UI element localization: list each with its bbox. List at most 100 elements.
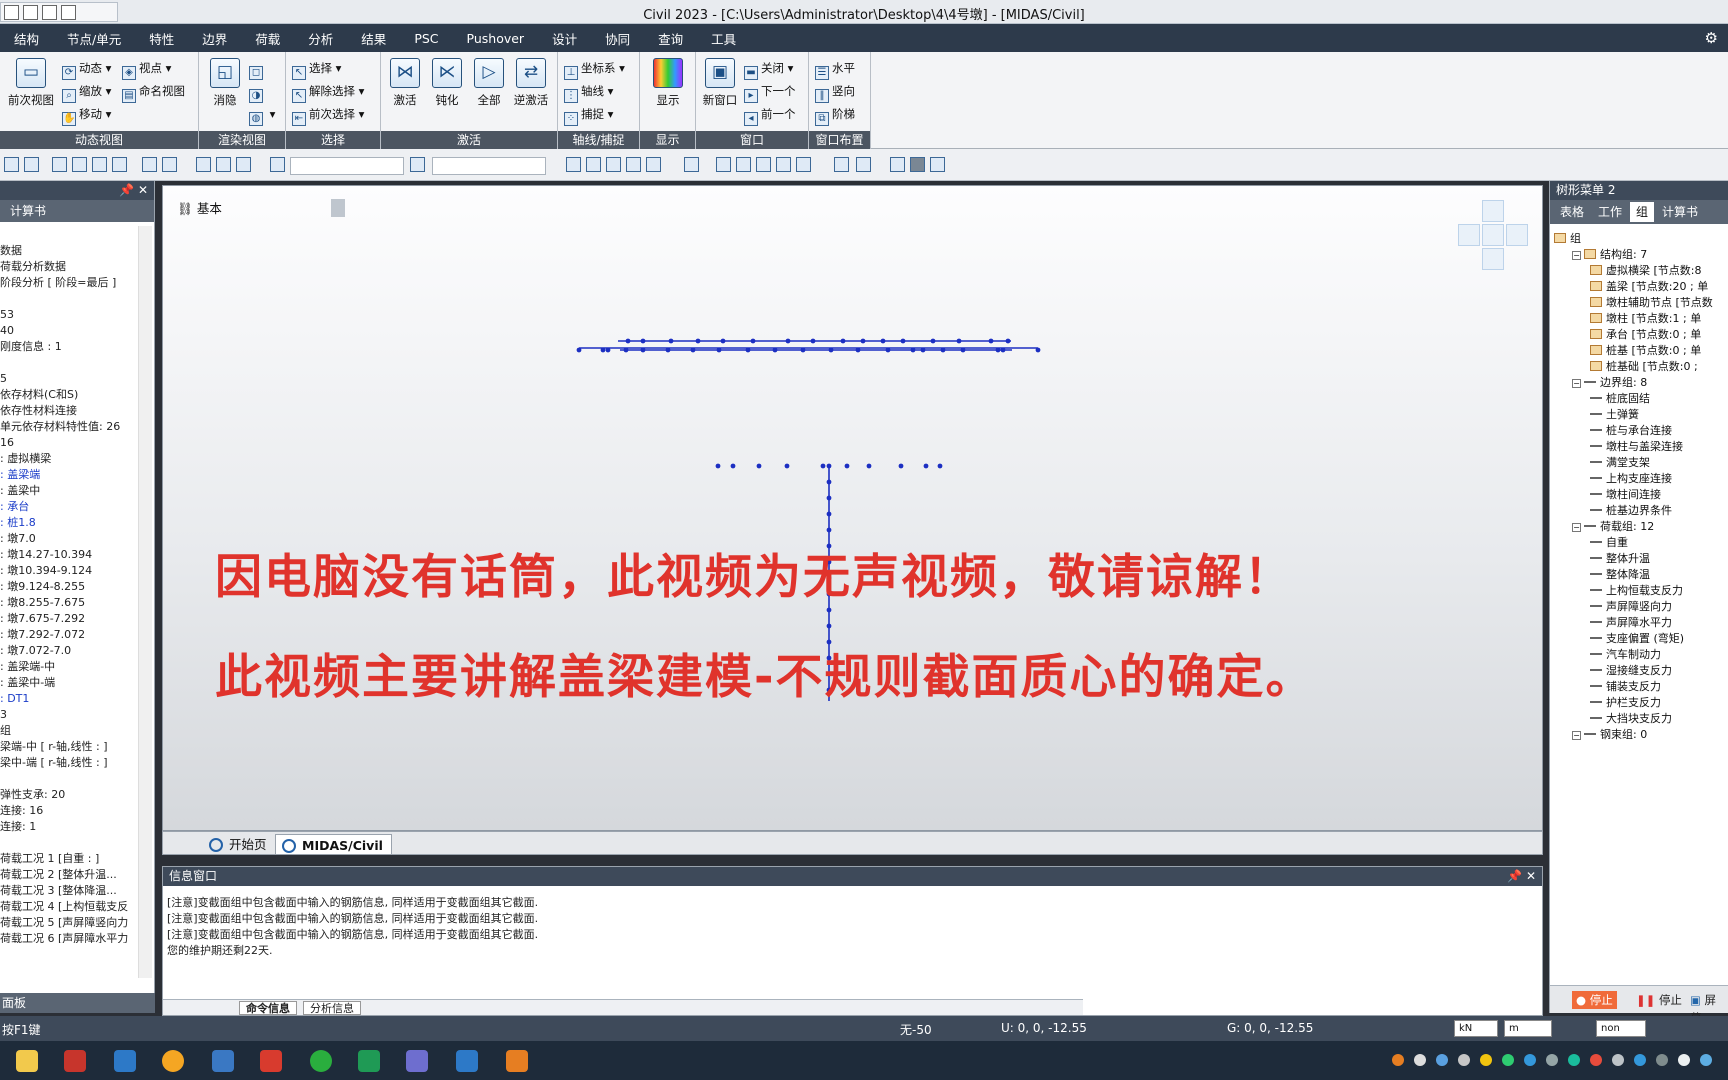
screen-button[interactable]: ▣ 屏幕 [1686,991,1728,1025]
tree-node[interactable]: 墩柱辅助节点 [节点数 [1554,295,1728,311]
model-node[interactable] [885,347,891,353]
toolbar-select-node-icon[interactable] [52,157,67,172]
collapse-icon[interactable]: − [1572,251,1581,260]
new-window-button[interactable]: ▣ 新窗口 [700,58,740,108]
model-node[interactable] [910,347,916,353]
menu-load[interactable]: 荷载 [241,29,294,48]
menu-pushover[interactable]: Pushover [453,31,539,46]
model-node[interactable] [860,338,866,344]
calc-book-line[interactable]: 40 [0,323,136,339]
coord-system-button[interactable]: ⊥ 坐标系 ▾ [564,58,625,80]
model-node[interactable] [690,347,696,353]
model-node[interactable] [826,623,832,629]
calc-book-line[interactable]: : 墩9.124-8.255 [0,579,136,595]
dynamic-button[interactable]: ⟳ 动态 ▾ [62,58,111,80]
calc-book-line[interactable]: 数据 [0,243,136,259]
tray-alert-icon[interactable] [1590,1054,1602,1066]
midas-civil-running-icon[interactable] [456,1050,478,1072]
tree-node[interactable]: 桩基边界条件 [1554,503,1728,519]
calc-book-line[interactable] [0,291,136,307]
calc-book-line[interactable]: 5 [0,371,136,387]
model-node[interactable] [1005,338,1011,344]
unit-force-select[interactable]: kN [1454,1020,1498,1037]
tree-node[interactable]: 墩柱与盖梁连接 [1554,439,1728,455]
model-node[interactable] [960,347,966,353]
model-node[interactable] [1000,347,1006,353]
toolbar-cursor-icon[interactable] [270,157,285,172]
tree-node[interactable]: 整体升温 [1554,551,1728,567]
model-node[interactable] [745,347,751,353]
toolbar-view-top-icon[interactable] [586,157,601,172]
model-node[interactable] [937,463,943,469]
activate-all-button[interactable]: ▷ 全部 [469,58,509,108]
calc-book-line[interactable]: : 盖梁端-中 [0,659,136,675]
toolbar-display-icon[interactable] [776,157,791,172]
tray-wechat-icon[interactable] [1502,1054,1514,1066]
tray-security-icon[interactable] [1568,1054,1580,1066]
passivate-button[interactable]: ⋉ 钝化 [427,58,467,108]
calc-book-line[interactable]: 荷载工况 1 [自重 : ] [0,851,136,867]
calc-book-line[interactable]: : 盖梁端 [0,467,136,483]
menu-psc[interactable]: PSC [400,31,452,46]
model-node[interactable] [810,338,816,344]
calc-book-line[interactable]: 连接: 16 [0,803,136,819]
tab-groups[interactable]: 组 [1630,202,1655,222]
toolbar-view-right-icon[interactable] [646,157,661,172]
calc-book-line[interactable] [0,835,136,851]
calc-book-line[interactable]: : 桩1.8 [0,515,136,531]
tree-node[interactable]: 桩基 [节点数:0 ; 单 [1554,343,1728,359]
model-node[interactable] [920,347,926,353]
tree-node[interactable]: 桩底固结 [1554,391,1728,407]
mode-select[interactable]: non [1596,1020,1646,1037]
calc-book-line[interactable]: 荷载分析数据 [0,259,136,275]
prev-select-button[interactable]: ⇤ 前次选择 ▾ [292,104,364,126]
toolbar-select-window-icon[interactable] [72,157,87,172]
calc-book-line[interactable]: 弹性支承: 20 [0,787,136,803]
calc-book-line[interactable]: 依存材料(C和S) [0,387,136,403]
calc-book-line[interactable]: : 墩7.292-7.072 [0,627,136,643]
model-node[interactable] [625,338,631,344]
menu-results[interactable]: 结果 [347,29,400,48]
pin-close-icons[interactable]: 📌 ✕ [119,181,148,200]
calc-book-line[interactable] [0,771,136,787]
calc-book-line[interactable]: : 墩7.072-7.0 [0,643,136,659]
tree-node[interactable]: − 钢束组: 0 [1554,727,1728,743]
model-node[interactable] [820,463,826,469]
tree-node[interactable]: 桩基础 [节点数:0 ; [1554,359,1728,375]
toolbar-mirror-icon[interactable] [236,157,251,172]
model-node[interactable] [756,463,762,469]
calc-book-line[interactable]: 梁中-端 [ r-轴,线性 : ] [0,755,136,771]
tab-analysis-info[interactable]: 分析信息 [303,1001,361,1015]
toolbar-query-icon[interactable] [410,157,425,172]
calc-book-line[interactable]: : 盖梁中 [0,483,136,499]
tab-works[interactable]: 工作 [1592,202,1628,222]
powerpoint-icon[interactable] [64,1050,86,1072]
unit-length-select[interactable]: m [1504,1020,1552,1037]
toolbar-zoom-window-icon[interactable] [716,157,731,172]
model-node[interactable] [640,347,646,353]
left-scrollbar[interactable] [138,226,152,978]
model-node[interactable] [600,347,606,353]
toolbar-select-all-icon[interactable] [112,157,127,172]
tray-wifi-icon[interactable] [1678,1054,1690,1066]
tray-display-icon[interactable] [1546,1054,1558,1066]
tree-node[interactable]: − 荷载组: 12 [1554,519,1728,535]
toolbar-select-poly-icon[interactable] [92,157,107,172]
tray-cloud-icon[interactable] [1458,1054,1470,1066]
calc-book-line[interactable]: 梁端-中 [ r-轴,线性 : ] [0,739,136,755]
model-node[interactable] [668,338,674,344]
tree-node[interactable]: 墩柱间连接 [1554,487,1728,503]
calc-book-line[interactable]: : 墩14.27-10.394 [0,547,136,563]
model-node[interactable] [716,347,722,353]
tab-tables[interactable]: 表格 [1554,202,1590,222]
toolbar-select-dropdown[interactable] [290,157,404,175]
calc-book-line[interactable]: : 墩8.255-7.675 [0,595,136,611]
calc-book-line[interactable]: 荷载工况 6 [声屏障水平力 [0,931,136,943]
pause-button[interactable]: ❚❚ 停止 [1632,991,1686,1009]
tree-node[interactable]: 盖梁 [节点数:20 ; 单 [1554,279,1728,295]
toolbar-element-number-icon[interactable] [856,157,871,172]
view-point-button[interactable]: ◈ 视点 ▾ [122,58,171,80]
render-option-3[interactable]: ◍ ▾ [249,104,275,126]
toolbar-unlock-icon[interactable] [930,157,945,172]
tab-start-page[interactable]: 开始页 [203,834,275,855]
